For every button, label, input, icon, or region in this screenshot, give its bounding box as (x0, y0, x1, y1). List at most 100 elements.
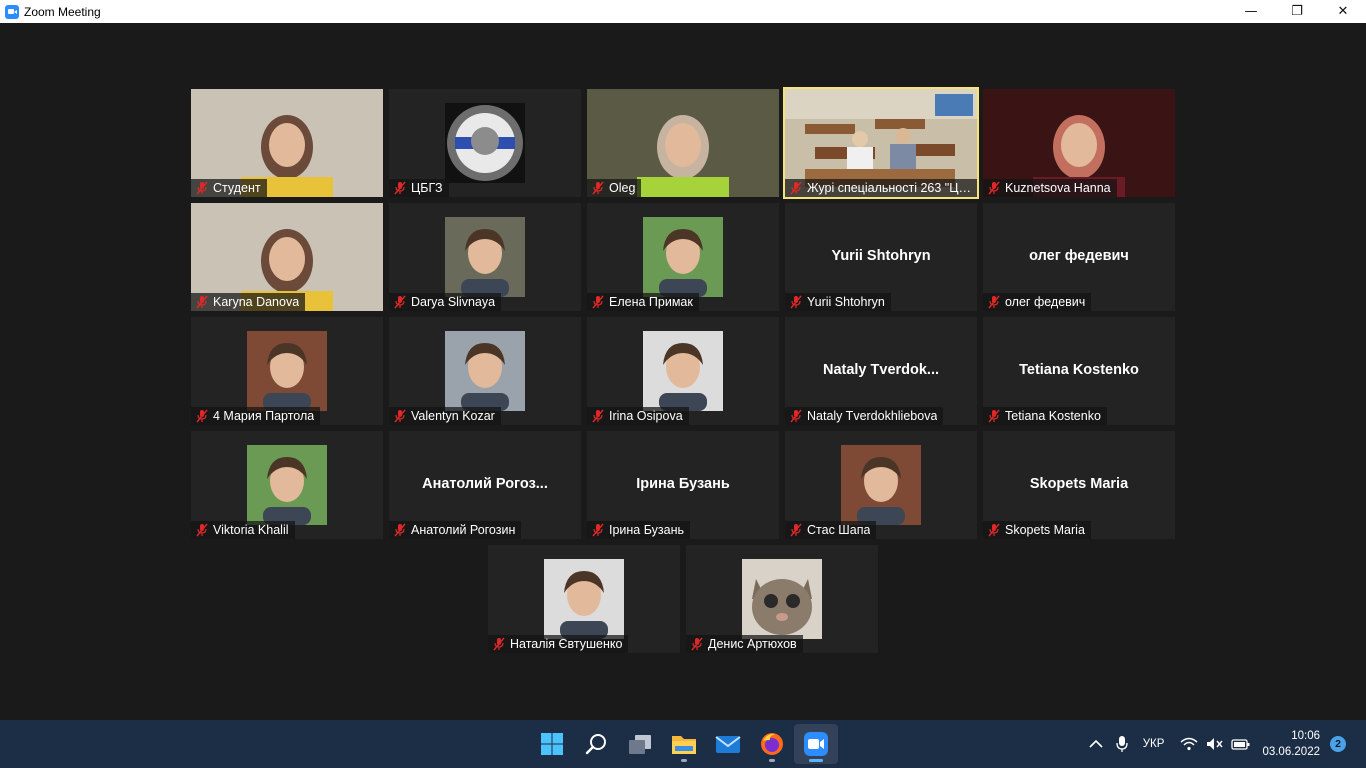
gallery-view: Студент ЦБГЗ Oleg Журі спеціальності 263 "Ц… (0, 23, 1366, 720)
mail-icon (715, 736, 741, 753)
participant-tile[interactable]: Darya Slivnaya (389, 203, 581, 311)
muted-microphone-icon (592, 295, 604, 309)
clock-date: 03.06.2022 (1262, 746, 1320, 758)
participant-name: ЦБГЗ (411, 181, 443, 195)
participant-name-tag: Kuznetsova Hanna (983, 179, 1117, 197)
zoom-icon (804, 732, 828, 756)
participant-tile[interactable]: Yurii Shtohryn Yurii Shtohryn (785, 203, 977, 311)
participant-name-tag: Ірина Бузань (587, 521, 691, 539)
participant-tile[interactable]: Наталія Євтушенко (488, 545, 680, 653)
muted-microphone-icon (196, 409, 208, 423)
participant-tile[interactable]: Ірина Бузань Ірина Бузань (587, 431, 779, 539)
wifi-icon[interactable] (1176, 720, 1202, 768)
chevron-up-icon[interactable] (1083, 720, 1109, 768)
participant-name-tag: Журі спеціальності 263 "Циві... (785, 179, 977, 197)
muted-microphone-icon (394, 295, 406, 309)
restore-button[interactable]: ❐ (1274, 0, 1320, 23)
participant-name-tag: 4 Мария Партола (191, 407, 321, 425)
participant-tile[interactable]: Oleg (587, 89, 779, 197)
minimize-button[interactable]: — (1228, 0, 1274, 23)
close-button[interactable]: ✕ (1320, 0, 1366, 23)
muted-microphone-icon (988, 523, 1000, 537)
muted-microphone-icon (394, 409, 406, 423)
participant-name: Елена Примак (609, 295, 693, 309)
zoom-taskbar-button[interactable] (794, 724, 838, 764)
participant-tile[interactable]: Skopets Maria Skopets Maria (983, 431, 1175, 539)
participant-name: Стас Шапа (807, 523, 871, 537)
participant-tile[interactable]: Viktoria Khalil (191, 431, 383, 539)
participant-name: Darya Slivnaya (411, 295, 496, 309)
participant-tile[interactable]: Денис Артюхов (686, 545, 878, 653)
participant-name-tag: Анатолий Рогозин (389, 521, 522, 539)
participant-name-tag: олег федевич (983, 293, 1092, 311)
participant-tile[interactable]: Стас Шапа (785, 431, 977, 539)
file-explorer-button[interactable] (662, 724, 706, 764)
window-title: Zoom Meeting (24, 4, 101, 19)
clock[interactable]: 10:06 03.06.2022 (1262, 728, 1320, 760)
profile-photo-avatar-icon (841, 445, 921, 525)
notification-badge[interactable]: 2 (1330, 736, 1346, 752)
taskbar-apps (530, 720, 838, 768)
muted-microphone-icon (394, 523, 406, 537)
participant-name-tag: Стас Шапа (785, 521, 877, 539)
participant-tile[interactable]: Kuznetsova Hanna (983, 89, 1175, 197)
participant-tile[interactable]: Елена Примак (587, 203, 779, 311)
speaker-muted-icon[interactable] (1202, 720, 1228, 768)
system-tray: УКР 10:06 03.06.2022 2 (1083, 720, 1366, 768)
participant-name: Valentyn Kozar (411, 409, 495, 423)
firefox-button[interactable] (750, 724, 794, 764)
participant-tile[interactable]: Журі спеціальності 263 "Циві... (783, 87, 979, 199)
participant-name: Karyna Danova (213, 295, 300, 309)
search-icon (585, 734, 606, 755)
participant-tile[interactable]: Valentyn Kozar (389, 317, 581, 425)
participant-name: Nataly Tverdokhliebova (807, 409, 938, 423)
emblem-avatar-icon (445, 103, 525, 183)
participant-tile[interactable]: Студент (191, 89, 383, 197)
muted-microphone-icon (988, 295, 1000, 309)
participant-name-tag: Yurii Shtohryn (785, 293, 891, 311)
muted-microphone-icon (592, 523, 604, 537)
task-view-icon (629, 735, 651, 754)
muted-microphone-icon (790, 295, 802, 309)
profile-photo-avatar-icon (643, 331, 723, 411)
start-button[interactable] (530, 724, 574, 764)
title-bar: Zoom Meeting — ❐ ✕ (0, 0, 1366, 23)
participant-tile[interactable]: олег федевич олег федевич (983, 203, 1175, 311)
profile-photo-avatar-icon (544, 559, 624, 639)
participant-tile[interactable]: 4 Мария Партола (191, 317, 383, 425)
participant-name: Ірина Бузань (609, 523, 685, 537)
participant-name: 4 Мария Партола (213, 409, 315, 423)
file-explorer-icon (672, 736, 696, 754)
participant-name-tag: Skopets Maria (983, 521, 1091, 539)
participant-name-tag: Nataly Tverdokhliebova (785, 407, 944, 425)
muted-microphone-icon (493, 637, 505, 651)
profile-photo-avatar-icon (247, 331, 327, 411)
participant-name: Денис Артюхов (708, 637, 797, 651)
participant-name: Студент (213, 181, 261, 195)
participant-name-tag: Студент (191, 179, 267, 197)
mail-button[interactable] (706, 724, 750, 764)
running-indicator (769, 759, 775, 762)
participant-tile[interactable]: Tetiana Kostenko Tetiana Kostenko (983, 317, 1175, 425)
participant-tile[interactable]: Анатолий Рогоз... Анатолий Рогозин (389, 431, 581, 539)
search-button[interactable] (574, 724, 618, 764)
participant-tile[interactable]: Nataly Tverdok... Nataly Tverdokhliebova (785, 317, 977, 425)
participant-name: олег федевич (1005, 295, 1086, 309)
zoom-app-icon (5, 4, 19, 19)
firefox-icon (761, 733, 783, 755)
task-view-button[interactable] (618, 724, 662, 764)
participant-name-tag: Tetiana Kostenko (983, 407, 1107, 425)
running-indicator (681, 759, 687, 762)
participant-tile[interactable]: Karyna Danova (191, 203, 383, 311)
language-indicator[interactable]: УКР (1143, 738, 1165, 750)
participant-name-tag: Денис Артюхов (686, 635, 803, 653)
microphone-icon[interactable] (1109, 720, 1135, 768)
participant-tile[interactable]: ЦБГЗ (389, 89, 581, 197)
profile-photo-avatar-icon (247, 445, 327, 525)
battery-icon[interactable] (1228, 720, 1254, 768)
muted-microphone-icon (592, 181, 604, 195)
participant-name-tag: ЦБГЗ (389, 179, 449, 197)
participant-tile[interactable]: Irina Osipova (587, 317, 779, 425)
muted-microphone-icon (988, 409, 1000, 423)
muted-microphone-icon (988, 181, 1000, 195)
